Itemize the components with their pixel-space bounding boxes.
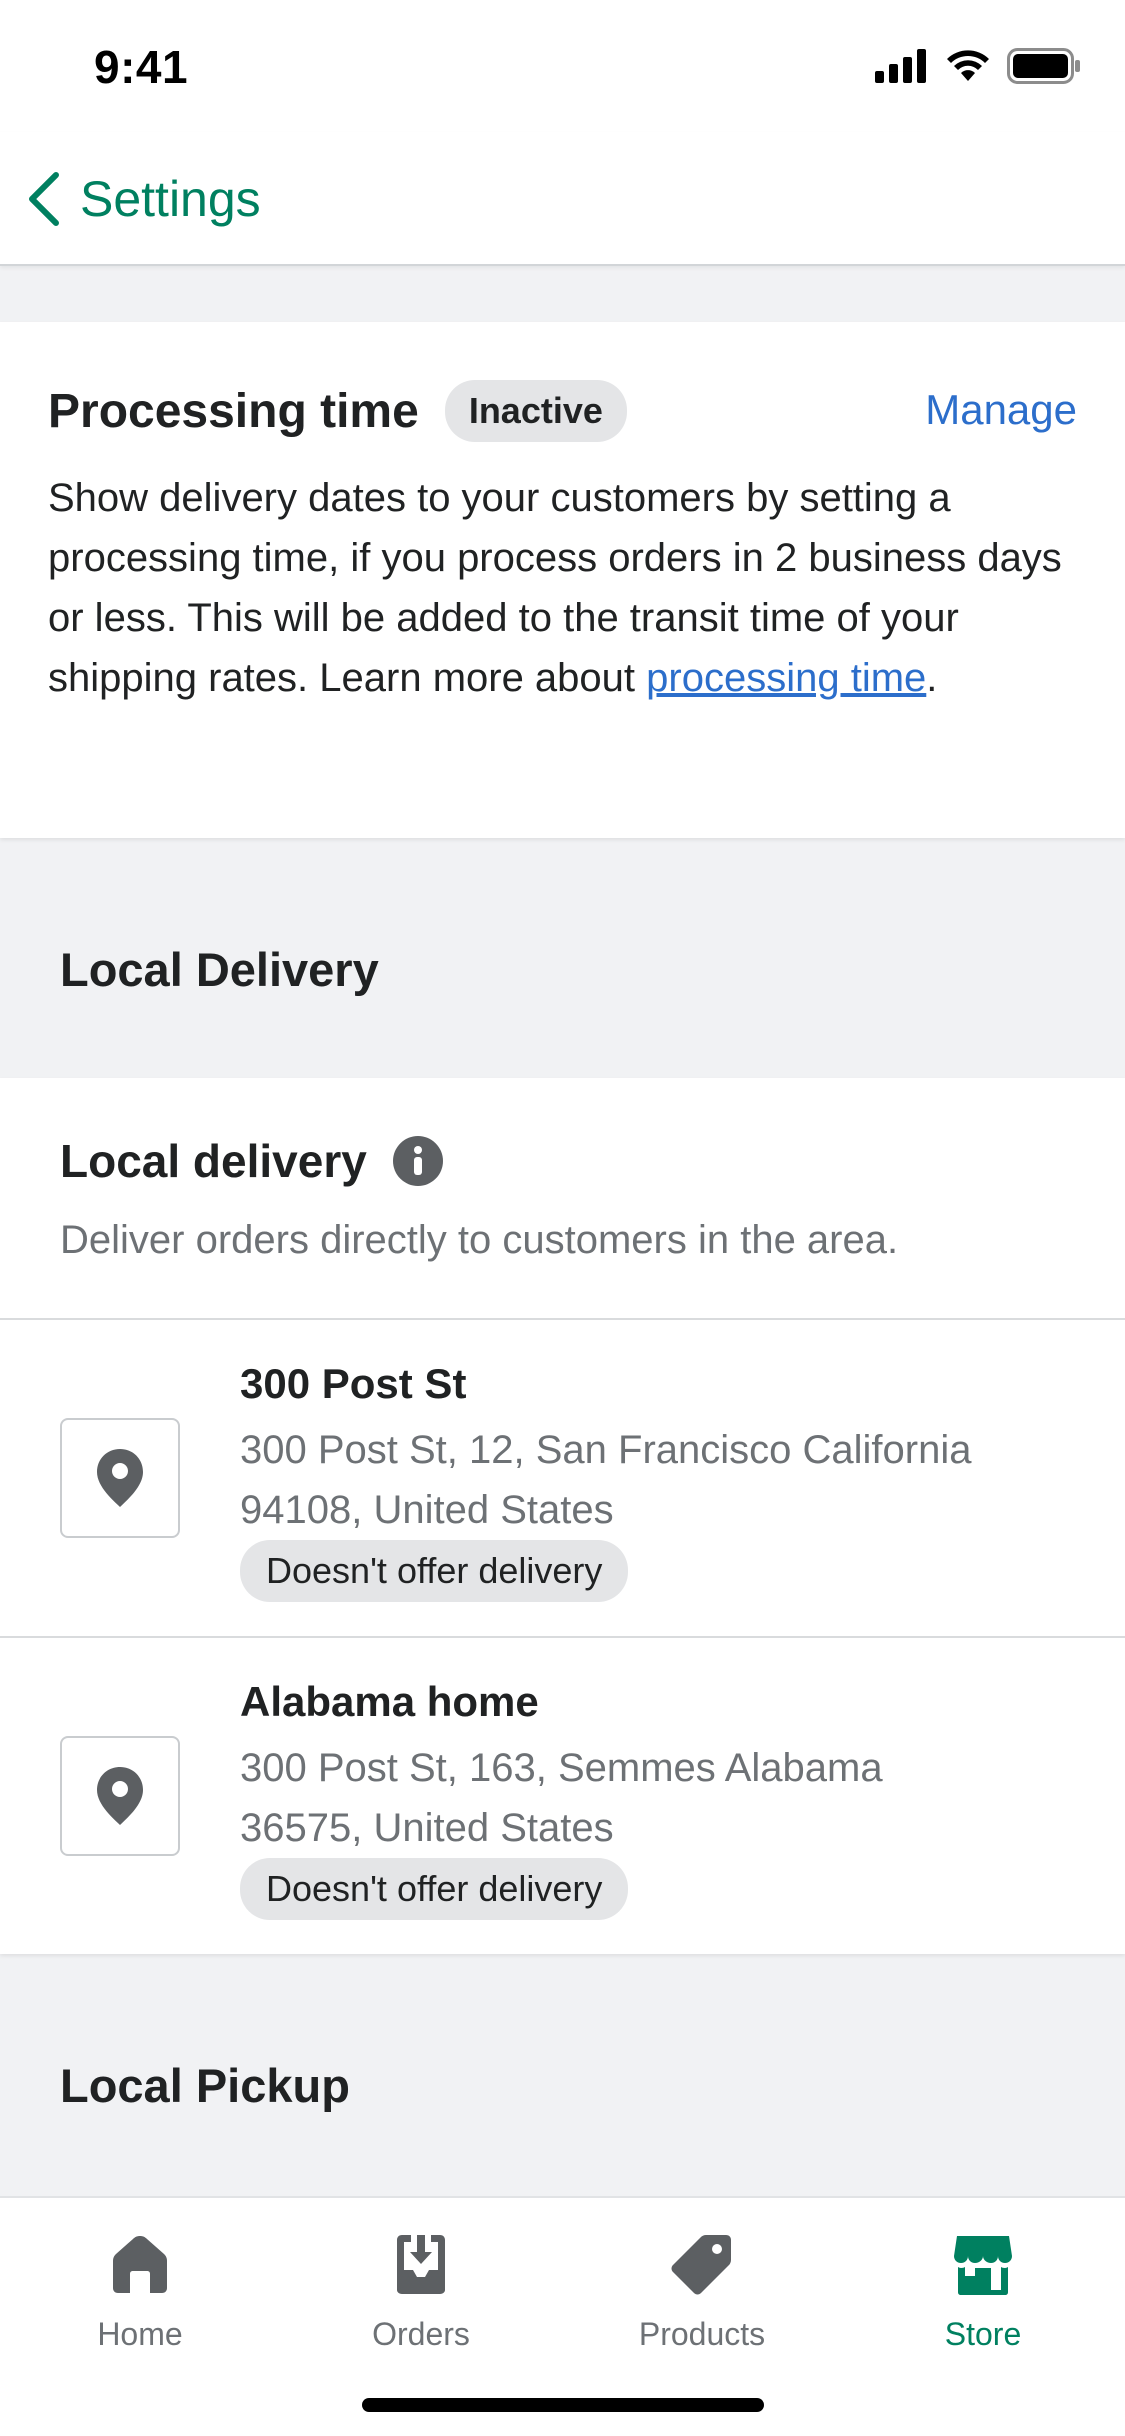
local-delivery-title: Local delivery <box>60 1135 367 1187</box>
tag-icon <box>671 2235 731 2295</box>
tab-orders[interactable]: Orders <box>281 2232 561 2362</box>
location-address: 300 Post St, 163, Semmes Alabama 36575, … <box>240 1738 1080 1858</box>
back-label: Settings <box>80 171 261 227</box>
chevron-left-icon <box>29 172 59 226</box>
processing-description: Show delivery dates to your customers by… <box>48 468 1068 708</box>
location-address-line2: 94108, United States <box>240 1488 614 1532</box>
location-pin-icon <box>97 1767 143 1825</box>
manage-link[interactable]: Manage <box>925 386 1077 434</box>
location-address-line1: 300 Post St, 12, San Francisco Californi… <box>240 1428 972 1472</box>
location-thumbnail <box>60 1418 180 1538</box>
tab-store[interactable]: Store <box>843 2232 1123 2362</box>
tab-label: Products <box>638 2316 766 2352</box>
list-item-location-1[interactable]: 300 Post St 300 Post St, 12, San Francis… <box>0 1320 1125 1636</box>
processing-description-trailing: . <box>926 656 938 700</box>
delivery-status-badge: Doesn't offer delivery <box>240 1540 629 1602</box>
battery-icon <box>1007 48 1080 84</box>
home-icon <box>113 2236 167 2293</box>
processing-time-link[interactable]: processing time <box>646 656 926 700</box>
screen: 9:41 Settings Processing time Inactive M… <box>0 0 1125 2436</box>
tab-label: Orders <box>372 2316 470 2352</box>
wifi-icon <box>947 50 989 81</box>
location-pin-icon <box>97 1449 143 1507</box>
status-bar: 9:41 <box>0 0 1125 132</box>
section-header-local-pickup: Local Pickup <box>60 2059 350 2112</box>
store-icon <box>954 2236 1012 2295</box>
info-icon[interactable] <box>392 1136 443 1186</box>
orders-icon <box>397 2235 445 2294</box>
list-item-location-2[interactable]: Alabama home 300 Post St, 163, Semmes Al… <box>0 1638 1125 1954</box>
back-button[interactable]: Settings <box>24 162 261 236</box>
processing-time-card: Processing time Inactive Manage Show del… <box>0 322 1125 838</box>
section-header-local-delivery: Local Delivery <box>60 943 379 996</box>
tab-label: Store <box>944 2316 1022 2352</box>
local-delivery-title-row: Local delivery <box>60 1134 443 1188</box>
location-address: 300 Post St, 12, San Francisco Californi… <box>240 1420 1080 1540</box>
location-address-line2: 36575, United States <box>240 1806 614 1850</box>
location-address-line1: 300 Post St, 163, Semmes Alabama <box>240 1746 883 1790</box>
location-name: Alabama home <box>240 1678 539 1725</box>
processing-header: Processing time Inactive Manage <box>48 380 1077 442</box>
nav-bar: Settings <box>0 132 1125 266</box>
location-name: 300 Post St <box>240 1360 467 1407</box>
status-badge: Inactive <box>444 380 627 442</box>
cellular-signal-icon <box>875 49 926 83</box>
tab-home[interactable]: Home <box>0 2232 280 2362</box>
tab-label: Home <box>97 2316 183 2352</box>
status-time: 9:41 <box>94 41 189 93</box>
local-delivery-card: Local delivery Deliver orders directly t… <box>0 1078 1125 1954</box>
processing-title: Processing time <box>48 384 419 438</box>
status-icons <box>875 48 1081 84</box>
tab-products[interactable]: Products <box>562 2232 842 2362</box>
local-delivery-description: Deliver orders directly to customers in … <box>60 1218 899 1262</box>
home-indicator[interactable] <box>362 2398 764 2412</box>
delivery-status-badge: Doesn't offer delivery <box>240 1858 629 1920</box>
location-thumbnail <box>60 1736 180 1856</box>
